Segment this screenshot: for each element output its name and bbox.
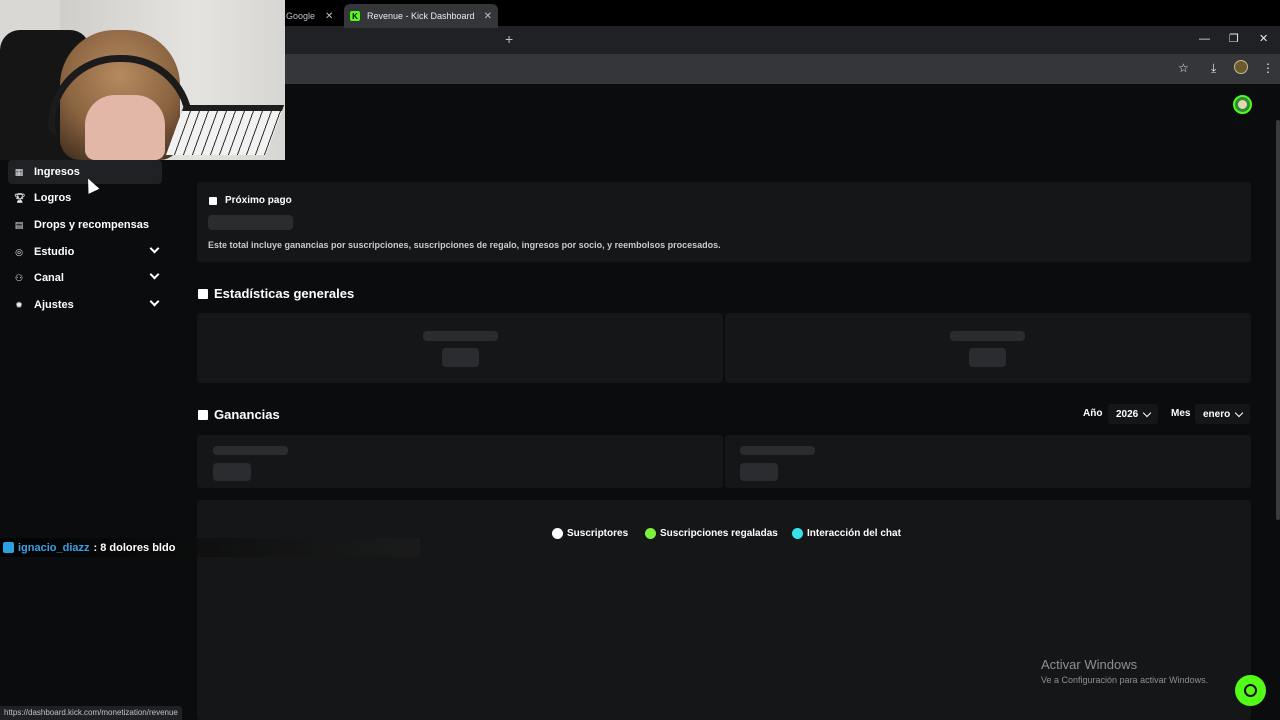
chevron-down-icon [1143, 408, 1152, 417]
month-label: Mes [1171, 408, 1191, 419]
scrollbar[interactable] [1276, 120, 1280, 520]
value-skeleton [442, 348, 479, 367]
revenue-icon: ▦ [14, 166, 24, 177]
stats-title: Estadísticas generales [198, 286, 354, 301]
legend-dot [792, 528, 803, 539]
channel-icon: ⚇ [14, 272, 24, 283]
label-skeleton [213, 446, 288, 455]
stats-card [197, 313, 723, 383]
label-skeleton [423, 331, 498, 341]
label-skeleton [740, 446, 815, 455]
webcam-overlay [0, 0, 285, 160]
month-select[interactable]: enero [1195, 404, 1251, 424]
label-skeleton [950, 331, 1025, 341]
next-payment-title: Próximo pago [209, 195, 292, 206]
windows-activation-subtitle: Ve a Configuración para activar Windows. [1041, 675, 1209, 685]
minimize-icon[interactable]: — [1199, 30, 1210, 48]
browser-profile-avatar[interactable] [1234, 60, 1248, 74]
sidebar-item-label: Drops y recompensas [34, 219, 149, 231]
earnings-title: Ganancias [198, 407, 280, 422]
sidebar-item-label: Canal [34, 272, 64, 284]
sidebar-item-label: Ajustes [34, 299, 74, 311]
chevron-down-icon [149, 296, 160, 307]
tab-kick-dashboard[interactable]: K Revenue - Kick Dashboard ✕ [344, 4, 498, 28]
sidebar-item-label: Estudio [34, 246, 75, 258]
close-icon[interactable]: ✕ [484, 11, 492, 22]
chevron-down-icon [1234, 408, 1244, 417]
legend-item-chat[interactable]: Interacción del chat [792, 528, 901, 539]
sidebar-item-label: Ingresos [34, 166, 80, 178]
legend-item-subscribers[interactable]: Suscriptores [552, 528, 628, 539]
legend-dot [552, 528, 563, 539]
support-chat-button[interactable] [1235, 675, 1266, 706]
trophy-icon: 🏆︎ [14, 192, 26, 203]
value-skeleton [969, 348, 1006, 367]
chat-text: : 8 dolores bldo [93, 541, 176, 554]
kick-logo-icon: K [350, 11, 360, 21]
next-payment-card: Próximo pago Este total incluye ganancia… [197, 182, 1251, 262]
month-value: enero [1203, 408, 1231, 420]
value-skeleton [213, 463, 251, 481]
legend-label: Suscripciones regaladas [660, 528, 778, 539]
restore-icon[interactable]: ❐ [1229, 30, 1239, 48]
earnings-card [197, 435, 723, 488]
new-tab-icon[interactable]: + [505, 30, 513, 48]
gear-icon: ✹ [15, 299, 23, 310]
sidebar-item-logros[interactable]: 🏆︎ Logros [8, 186, 162, 210]
wallet-icon [209, 196, 217, 205]
sidebar-item-ajustes[interactable]: ✹ Ajustes [8, 293, 162, 317]
status-bar-url: https://dashboard.kick.com/monetization/… [0, 706, 182, 720]
sidebar-item-label: Logros [34, 192, 72, 204]
chat-bubble-icon [1244, 684, 1257, 697]
chevron-down-icon [149, 243, 160, 254]
tab-label: Google [286, 11, 316, 21]
chat-badge-icon [3, 542, 14, 553]
chat-message: ignacio_diazz : 8 dolores bldo [0, 538, 420, 557]
window-close-icon[interactable]: ✕ [1259, 30, 1268, 48]
earnings-card [725, 435, 1251, 488]
studio-icon: ◎ [15, 246, 23, 257]
next-payment-note: Este total incluye ganancias por suscrip… [208, 240, 721, 250]
sidebar-item-estudio[interactable]: ◎ Estudio [8, 240, 162, 264]
bookmark-star-icon[interactable]: ☆ [1178, 60, 1189, 76]
chevron-down-icon [149, 269, 160, 280]
legend-item-gifted[interactable]: Suscripciones regaladas [645, 528, 778, 539]
windows-activation-title: Activar Windows [1041, 657, 1138, 672]
earnings-icon [198, 409, 208, 420]
download-icon[interactable]: ⤓ [1211, 60, 1216, 76]
stats-card [725, 313, 1251, 383]
tab-google[interactable]: Google ✕ [286, 4, 342, 28]
legend-dot [645, 528, 656, 539]
drops-icon: ▤ [14, 219, 24, 230]
year-label: Año [1083, 408, 1103, 419]
legend-label: Suscriptores [567, 528, 629, 539]
year-value: 2026 [1116, 408, 1139, 420]
amount-skeleton [208, 215, 293, 230]
value-skeleton [740, 463, 778, 481]
stats-title-text: Estadísticas generales [214, 286, 355, 301]
sidebar-item-canal[interactable]: ⚇ Canal [8, 266, 162, 290]
more-menu-icon[interactable]: ⋮ [1262, 60, 1274, 76]
avatar[interactable] [1233, 95, 1252, 114]
stats-icon [198, 288, 208, 299]
legend-label: Interacción del chat [807, 528, 901, 539]
earnings-title-text: Ganancias [214, 407, 280, 422]
sidebar-item-drops[interactable]: ▤ Drops y recompensas [8, 213, 162, 237]
year-select[interactable]: 2026 [1108, 404, 1159, 424]
tab-label: Revenue - Kick Dashboard [367, 11, 475, 21]
close-icon[interactable]: ✕ [325, 11, 333, 22]
chat-username: ignacio_diazz [18, 541, 90, 554]
next-payment-title-text: Próximo pago [225, 195, 292, 206]
